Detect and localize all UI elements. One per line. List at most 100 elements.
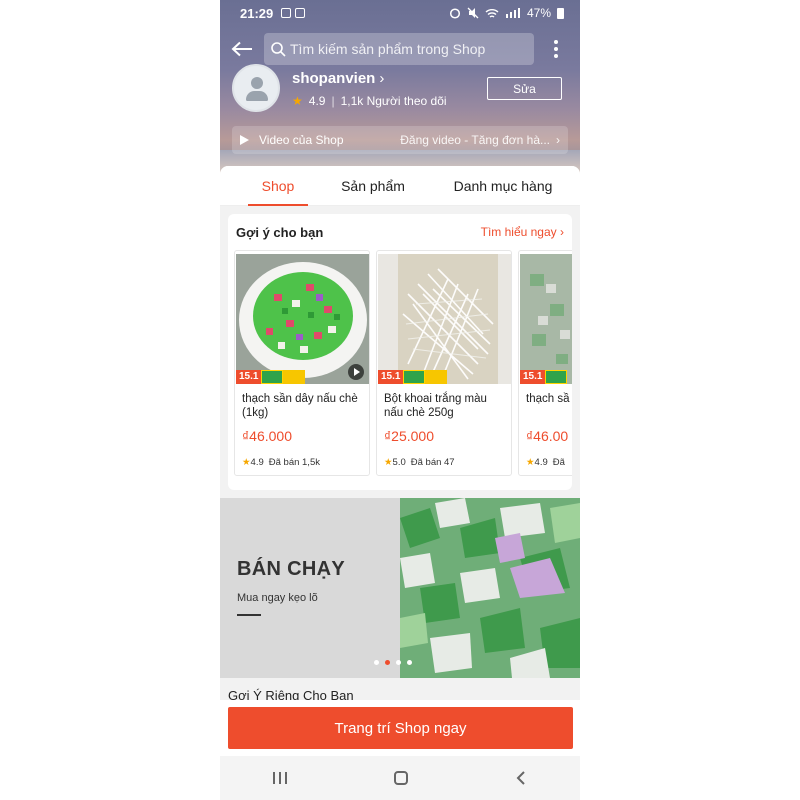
notification-icons	[281, 8, 306, 18]
freeship-badge-icon	[261, 370, 284, 384]
decorate-shop-button[interactable]: Trang trí Shop ngay	[228, 707, 573, 749]
search-placeholder: Tìm kiếm sản phẩm trong Shop	[290, 41, 486, 57]
suggestion-header: Gợi ý cho bạn Tìm hiểu ngay ›	[228, 214, 572, 250]
suggestion-title: Gợi ý cho bạn	[236, 224, 324, 240]
status-bar: 21:29 47%	[220, 0, 580, 26]
product-card[interactable]: 15.1 Bột khoai trắng màu nấu chè 250g ₫2…	[376, 250, 512, 476]
product-name: thạch sần dây nấu chè (1kg)	[242, 393, 358, 419]
pagination-dot[interactable]	[407, 660, 412, 665]
system-nav-bar	[220, 756, 580, 800]
arrow-left-icon	[231, 41, 252, 57]
shop-content: Shop Sản phẩm Danh mục hàng Gợi ý cho bạ…	[220, 166, 580, 766]
gallery-icon	[295, 8, 306, 18]
alarm-icon	[449, 8, 461, 19]
back-nav-icon[interactable]	[515, 770, 527, 786]
more-options-button[interactable]	[534, 32, 578, 66]
shop-video-bar[interactable]: Video của Shop Đăng video - Tăng đơn hà.…	[232, 126, 568, 154]
voucher-badge-icon	[283, 370, 306, 384]
search-input[interactable]: Tìm kiếm sản phẩm trong Shop	[264, 33, 534, 65]
freeship-badge-icon	[545, 370, 568, 384]
best-seller-banner[interactable]: BÁN CHẠY Mua ngay kẹo lõ	[220, 498, 580, 678]
product-image: 15.1	[236, 254, 369, 384]
shop-name: shopanvien	[292, 70, 376, 87]
product-stats: ★4.9 Đã	[526, 457, 565, 468]
post-video-link[interactable]: Đăng video - Tăng đơn hà... ›	[400, 133, 560, 147]
top-bar: Tìm kiếm sản phẩm trong Shop	[220, 32, 580, 66]
user-icon	[251, 77, 263, 89]
shop-tabs: Shop Sản phẩm Danh mục hàng	[220, 166, 580, 206]
promo-badges: 15.1	[378, 370, 448, 384]
shop-followers: 1,1k Người theo dõi	[340, 94, 447, 108]
back-button[interactable]	[220, 32, 264, 66]
status-right: 47%	[449, 6, 564, 20]
chevron-right-icon: ›	[379, 70, 385, 87]
shop-video-label: Video của Shop	[259, 133, 344, 147]
play-icon	[240, 135, 249, 145]
cta-bar: Trang trí Shop ngay	[220, 700, 580, 756]
status-time: 21:29	[240, 5, 274, 21]
product-price: ₫25.000	[384, 428, 435, 444]
product-rating: 4.9	[534, 457, 548, 468]
post-video-label: Đăng video - Tăng đơn hà...	[400, 133, 550, 147]
edit-shop-button[interactable]: Sửa	[487, 77, 562, 100]
voucher-badge-icon	[425, 370, 448, 384]
learn-more-link[interactable]: Tìm hiểu ngay ›	[481, 225, 564, 239]
signal-icon	[505, 8, 520, 18]
shop-profile: shopanvien › ★ 4.9 | 1,1k Người theo dõi …	[232, 64, 572, 114]
search-icon	[271, 42, 286, 57]
banner-candy-image	[400, 498, 580, 678]
promo-badges: 15.1	[520, 370, 568, 384]
pagination-dot-active[interactable]	[385, 660, 390, 665]
product-price: ₫46.000	[242, 428, 293, 444]
banner-title: BÁN CHẠY	[237, 558, 345, 580]
tab-products[interactable]: Sản phẩm	[338, 166, 408, 206]
product-name: thạch sầ trà sữa 1	[526, 393, 572, 405]
battery-icon	[557, 7, 564, 19]
star-icon: ★	[242, 457, 251, 468]
product-carousel: 15.1 thạch sần dây nấu chè (1kg) ₫46.000…	[234, 250, 572, 478]
message-icon	[281, 8, 292, 18]
promo-badge: 15.1	[378, 370, 404, 384]
product-name: Bột khoai trắng màu nấu chè 250g	[384, 393, 487, 419]
promo-badges: 15.1	[236, 370, 306, 384]
carousel-pagination	[374, 660, 412, 665]
shop-meta: ★ 4.9 | 1,1k Người theo dõi	[292, 94, 447, 108]
video-play-icon	[348, 364, 364, 380]
phone-screen: 21:29 47% Tìm kiếm sản phẩm trong Shop s…	[220, 0, 580, 800]
freeship-badge-icon	[403, 370, 426, 384]
promo-badge: 15.1	[520, 370, 546, 384]
home-icon[interactable]	[393, 771, 408, 785]
banner-underline	[237, 614, 261, 616]
divider: |	[331, 94, 335, 108]
pagination-dot[interactable]	[374, 660, 379, 665]
star-icon: ★	[292, 94, 303, 108]
promo-badge: 15.1	[236, 370, 262, 384]
tab-shop[interactable]: Shop	[248, 166, 308, 206]
shop-rating: 4.9	[308, 94, 326, 108]
banner-subtitle: Mua ngay kẹo lõ	[237, 592, 318, 604]
product-image: 15.1	[378, 254, 511, 384]
more-vertical-icon	[554, 40, 558, 58]
recent-apps-icon[interactable]	[273, 772, 288, 784]
tab-categories[interactable]: Danh mục hàng	[453, 166, 553, 206]
product-sold: Đã bán 47	[410, 457, 455, 468]
shop-name-link[interactable]: shopanvien ›	[292, 70, 384, 87]
product-stats: ★5.0 Đã bán 47	[384, 457, 455, 468]
product-card[interactable]: 15.1 thạch sầ trà sữa 1 ₫46.00 ★4.9 Đã	[518, 250, 572, 476]
product-image: 15.1	[520, 254, 572, 384]
chevron-right-icon: ›	[556, 133, 560, 147]
star-icon: ★	[384, 457, 393, 468]
product-card[interactable]: 15.1 thạch sần dây nấu chè (1kg) ₫46.000…	[234, 250, 370, 476]
wifi-icon	[485, 8, 499, 18]
mute-icon	[467, 7, 479, 19]
shop-avatar[interactable]	[232, 64, 280, 112]
product-sold: Đã	[552, 457, 565, 468]
product-rating: 5.0	[392, 457, 406, 468]
product-price: ₫46.00	[526, 428, 569, 444]
product-stats: ★4.9 Đã bán 1,5k	[242, 457, 320, 468]
star-icon: ★	[526, 457, 535, 468]
product-rating: 4.9	[250, 457, 264, 468]
product-sold: Đã bán 1,5k	[268, 457, 320, 468]
battery-percent: 47%	[526, 6, 551, 20]
pagination-dot[interactable]	[396, 660, 401, 665]
